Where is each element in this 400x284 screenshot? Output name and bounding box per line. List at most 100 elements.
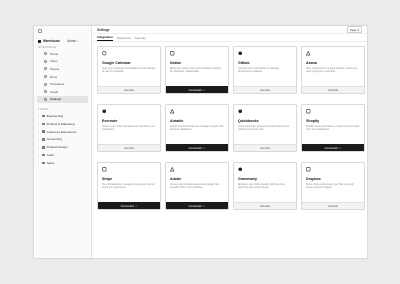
integration-name: Grammarly [238,177,257,181]
team-label: Engineering [46,114,64,119]
github-icon [238,51,243,56]
sidebar-item-label: Settings [50,97,62,102]
integration-card: Grammarly Enhance your writing quality wi… [233,162,297,210]
evernote-icon [102,109,107,114]
grammarly-icon [238,167,243,172]
integration-card: Asana Stay organized by syncing projects,… [301,46,365,94]
sidebar-item-home[interactable]: Home [37,50,88,58]
integration-description: Store, share and access your files secur… [306,182,354,189]
team-item[interactable]: › Customer Experience [34,128,91,136]
integration-description: Import structured data and manage projec… [170,124,224,131]
team-item[interactable]: › Accounting [34,136,91,144]
connect-button[interactable]: Connect [234,86,296,93]
integration-description: Stay organized by syncing projects, task… [306,66,357,73]
integration-description: Access your notes and ideas directly wit… [102,124,156,131]
workspace-user: Admin [67,39,77,43]
integration-name: Stripe [102,177,113,181]
integration-description: Monitor store performance, orders and in… [306,124,360,131]
integration-card: Stripe View transactions, manage payouts … [97,162,161,210]
integration-description: View transactions, manage payouts and st… [102,182,156,189]
chevron-right-icon: › [38,130,39,134]
workspace-switcher[interactable]: Warehouse Admin ▾ [34,37,91,45]
app-window: Warehouse Admin ▾ Workspace Home Inbox Tea… [33,25,368,259]
integration-name: Github [238,61,250,65]
page-dropdown[interactable]: Page ▾ [347,26,362,33]
integration-name: Google Calendar [102,61,131,65]
team-item[interactable]: › Audit [34,151,91,159]
teams-list: › Engineering › Product & Marketing › Custome… [34,112,91,167]
page-dropdown-label: Page [350,27,357,32]
sidebar-item-goals[interactable]: Goals [37,88,88,96]
connect-button[interactable]: Connect [302,202,364,209]
team-item[interactable]: › Engineering [34,112,91,120]
sidebar-item-teams[interactable]: Teams [37,65,88,73]
stripe-icon [102,167,107,172]
connect-button[interactable]: Connect [234,144,296,151]
check-icon: ✓ [339,146,342,150]
connected-button[interactable]: Connected ✓ [166,144,228,151]
button-label: Connect [259,88,270,92]
team-item[interactable]: › Product & Marketing [34,120,91,128]
connected-button[interactable]: Connected ✓ [166,86,228,93]
button-label: Connected [120,204,134,208]
team-label: Audit [46,153,54,158]
asana-icon [306,51,311,56]
team-icon [42,161,45,165]
tab-payments[interactable]: Payments [117,36,131,41]
button-label: Connect [327,204,338,208]
tab-security[interactable]: Security [135,36,146,41]
team-icon [42,122,45,126]
sidebar-item-docs[interactable]: Docs [37,73,88,81]
button-label: Connected [324,146,338,150]
chevron-down-icon: ▾ [77,39,79,43]
integration-card: Google Calendar Sync your meetings and de… [97,46,161,94]
integration-description: Access your creative assets and design f… [170,182,220,189]
team-label: Customer Experience [46,129,77,134]
tab-integration[interactable]: Integration [97,35,113,41]
connected-button[interactable]: Connected ✓ [302,144,364,151]
integration-description: Bring your notes, docs and workflows tog… [170,66,222,73]
sidebar-item-label: Goals [50,89,59,94]
sidebar-item-inbox[interactable]: Inbox [37,58,88,66]
connected-button[interactable]: Connected ✓ [166,202,228,209]
integration-name: Shopify [306,119,320,123]
chevron-right-icon: › [38,161,39,165]
connect-button[interactable]: Connect [234,202,296,209]
connected-button[interactable]: Connected ✓ [98,202,160,209]
settings-icon [44,97,47,101]
chevron-right-icon: › [38,137,39,141]
integrations-grid: Google Calendar Sync your meetings and de… [97,46,366,210]
integration-card: Notion Bring your notes, docs and workflo… [165,46,229,94]
teams-icon [44,67,47,71]
integration-description: Sync your meetings and deadlines automat… [102,66,156,73]
sidebar-item-label: Docs [50,74,58,79]
button-label: Connected [188,146,202,150]
docs-icon [44,75,47,79]
integration-card: Github Connect your repositories to manag… [233,46,297,94]
connect-button[interactable]: Connect [98,86,160,93]
quickbooks-icon [238,109,243,114]
check-icon: ✓ [203,146,206,150]
chevron-right-icon: › [38,153,39,157]
integration-name: Notion [170,61,182,65]
connect-button[interactable]: Connect [302,86,364,93]
team-icon [42,138,45,141]
team-icon [42,145,45,149]
integration-name: Asana [306,61,317,65]
sidebar-item-label: Timesheet [50,82,65,87]
sidebar-item-timesheet[interactable]: Timesheet [37,80,88,88]
sidebar-item-settings[interactable]: Settings [37,95,88,104]
sidebar-toggle-icon[interactable] [38,28,42,33]
inbox-icon [44,59,47,63]
integration-name: Dropbox [306,177,321,181]
button-label: Connect [327,88,338,92]
button-label: Connect [259,146,270,150]
timesheet-icon [44,82,47,86]
button-label: Connected [188,88,202,92]
integration-name: Adobe [170,177,182,181]
check-icon: ✓ [203,88,206,92]
team-item[interactable]: › Product Design [34,143,91,151]
sidebar-item-label: Inbox [50,59,58,64]
connect-button[interactable]: Connect [98,144,160,151]
team-item[interactable]: › Sales [34,159,91,167]
